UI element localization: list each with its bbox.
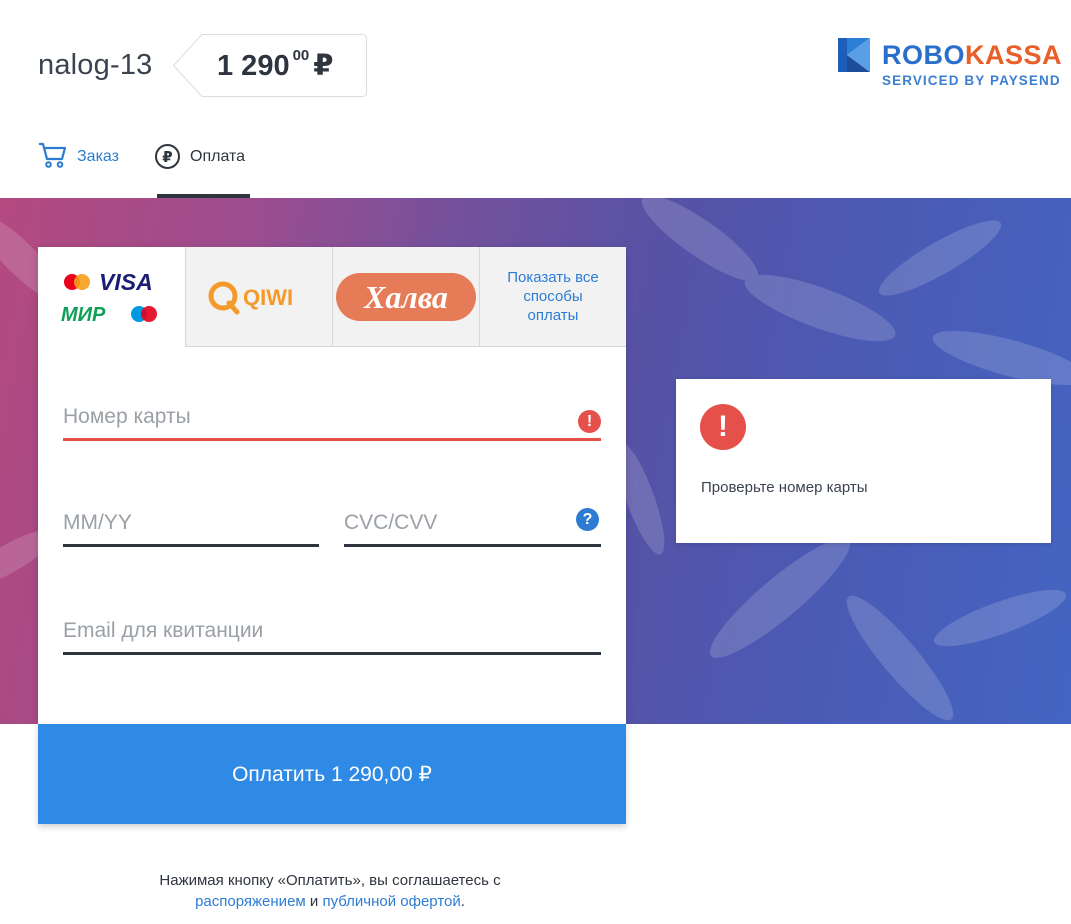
expiry-underline [63,544,319,547]
expiry-field[interactable]: MM/YY [63,511,319,547]
email-field[interactable]: Email для квитанции [63,619,601,655]
agreement-prefix: Нажимая кнопку «Оплатить», вы соглашаете… [159,872,501,889]
qiwi-label: QIWI [243,285,293,310]
expiry-placeholder: MM/YY [63,511,132,534]
price-cents: 00 [292,47,310,65]
qiwi-logo: QIWI [208,281,293,314]
price-currency: ₽ [313,50,334,82]
cvc-field[interactable]: CVC/CVV ? [344,508,601,547]
email-placeholder: Email для квитанции [63,619,264,642]
halva-logo: Халва [336,272,476,321]
agreement-end: . [460,893,465,910]
method-halva[interactable]: Халва [332,247,479,347]
method-qiwi[interactable]: QIWI [185,247,332,347]
tab-payment[interactable]: ₽ Оплата [155,140,245,198]
cart-icon [39,142,67,168]
robokassa-logo[interactable]: ROBOKASSA SERVICED BY PAYSEND [838,38,1062,90]
ruble-icon: ₽ [155,144,180,169]
mir-logo: МИР [61,304,106,326]
tab-payment-label: Оплата [190,148,246,165]
logo-subtitle: SERVICED BY PAYSEND [882,73,1061,88]
help-icon[interactable]: ? [576,508,599,531]
error-panel: ! Проверьте номер карты [676,379,1051,543]
card-number-placeholder: Номер карты [63,405,191,428]
show-all-methods-link[interactable]: Показать все способы оплаты [498,268,608,325]
method-bank-card[interactable]: VISA МИР [38,247,185,347]
price-main: 1 290 [217,50,290,82]
pay-button[interactable]: Оплатить 1 290,00 ₽ [38,724,626,824]
robokassa-k-icon [838,38,870,72]
payment-card: VISA МИР QIWI Халва Показать все способы… [38,247,626,724]
error-icon: ! [578,410,601,433]
visa-logo: VISA [99,269,153,295]
public-offer-link[interactable]: публичной офертой [322,893,460,910]
cvc-underline [344,544,601,547]
logo-wordmark: ROBOKASSA [882,40,1062,71]
halva-label: Халва [363,279,448,315]
email-underline [63,652,601,655]
price-tag: 1 290 00 ₽ [172,34,367,97]
error-message: Проверьте номер карты [701,479,868,496]
card-number-underline [63,438,601,441]
method-show-all[interactable]: Показать все способы оплаты [479,247,626,347]
order-link[interactable]: распоряжением [195,893,306,910]
cvc-placeholder: CVC/CVV [344,511,438,534]
order-name: nalog-13 [38,49,153,81]
card-brands-logo: VISA МИР [61,269,157,326]
card-number-field[interactable]: Номер карты ! [63,405,601,441]
logo-robo: ROBO [882,40,965,70]
tab-order[interactable]: Заказ [38,140,119,198]
error-alert-icon: ! [700,404,746,450]
payment-methods: VISA МИР QIWI Халва Показать все способы… [38,247,626,347]
agreement-text: Нажимая кнопку «Оплатить», вы соглашаете… [130,870,530,912]
logo-kassa: KASSA [965,40,1063,70]
agreement-conj: и [309,893,319,910]
tab-order-label: Заказ [77,148,119,165]
price-amount: 1 290 00 ₽ [217,47,334,83]
